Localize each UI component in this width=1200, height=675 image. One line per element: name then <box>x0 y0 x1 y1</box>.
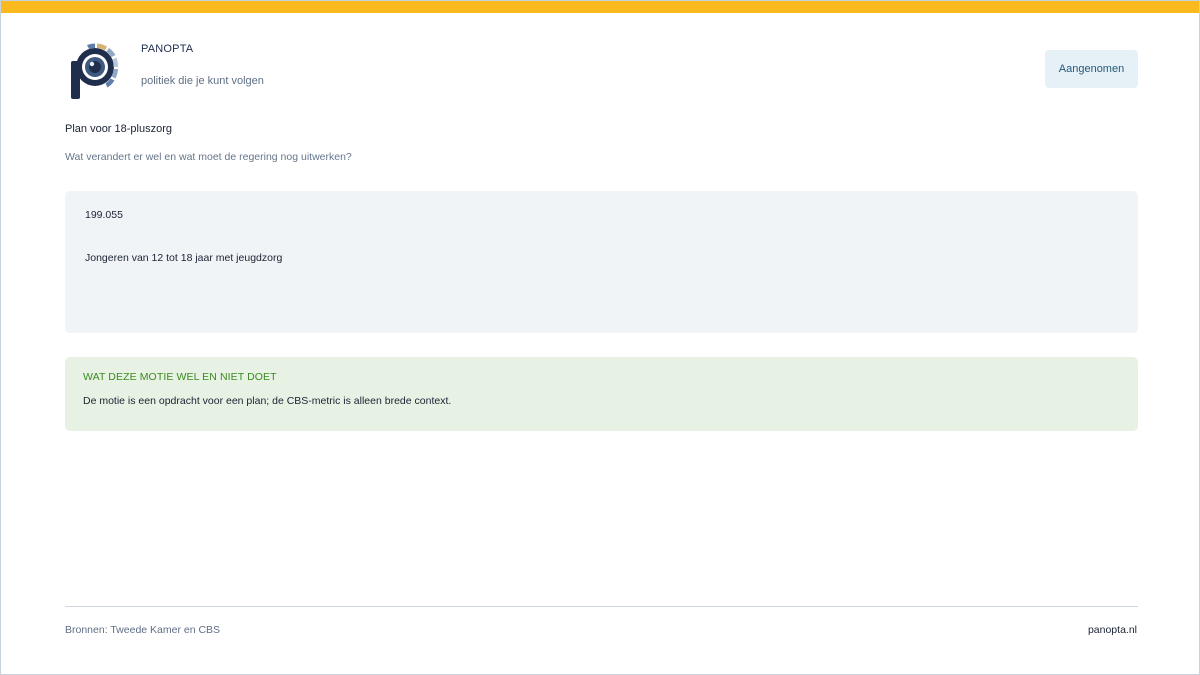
note-text: De motie is een opdracht voor een plan; … <box>83 395 452 407</box>
brand-tagline: politiek die je kunt volgen <box>141 75 264 87</box>
motion-note-card: WAT DEZE MOTIE WEL EN NIET DOET De motie… <box>65 357 1138 431</box>
status-badge: Aangenomen <box>1045 50 1138 88</box>
footer-site-link[interactable]: panopta.nl <box>1088 624 1137 636</box>
footer-sources: Bronnen: Tweede Kamer en CBS <box>65 624 221 636</box>
page-frame: PANOPTA politiek die je kunt volgen Aang… <box>0 0 1200 675</box>
page-title: Plan voor 18-pluszorg <box>65 123 173 135</box>
note-heading: WAT DEZE MOTIE WEL EN NIET DOET <box>83 371 277 383</box>
metric-value: 199.055 <box>85 209 123 221</box>
metric-card: 199.055 Jongeren van 12 tot 18 jaar met … <box>65 191 1138 333</box>
footer-divider <box>65 606 1138 607</box>
brand-name: PANOPTA <box>141 43 194 55</box>
panopta-eye-logo-icon <box>69 41 123 101</box>
metric-label: Jongeren van 12 tot 18 jaar met jeugdzor… <box>85 252 283 264</box>
accent-top-bar <box>1 1 1199 13</box>
page-subtitle: Wat verandert er wel en wat moet de rege… <box>65 151 352 163</box>
